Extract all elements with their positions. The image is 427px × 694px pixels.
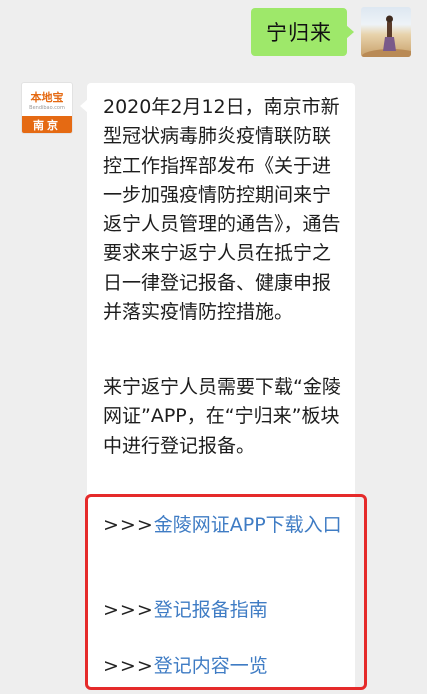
- link-registration-content[interactable]: >>>登记内容一览: [103, 652, 353, 681]
- sender-avatar[interactable]: 本地宝 Bendibao.com 南京: [22, 83, 72, 133]
- message-paragraph-instructions: 来宁返宁人员需要下载“金陵网证”APP，在“宁归来”板块中进行登记报备。: [103, 376, 341, 457]
- link-arrow-prefix: >>>: [103, 599, 154, 621]
- link-label[interactable]: 登记报备指南: [154, 599, 268, 621]
- brand-logo: 本地宝: [30, 91, 64, 104]
- outgoing-message-text: 宁归来: [266, 21, 332, 45]
- user-avatar-photo: [361, 15, 411, 57]
- link-arrow-prefix: >>>: [103, 514, 154, 536]
- message-paragraph-notice: 2020年2月12日，南京市新型冠状病毒肺炎疫情联防联控工作指挥部发布《关于进一…: [103, 96, 341, 324]
- brand-url: Bendibao.com: [29, 105, 65, 111]
- incoming-message-bubble: 2020年2月12日，南京市新型冠状病毒肺炎疫情联防联控工作指挥部发布《关于进一…: [80, 83, 367, 690]
- link-label[interactable]: 金陵网证APP下载入口: [154, 514, 342, 536]
- brand-city-label: 南京: [22, 116, 72, 133]
- link-app-download[interactable]: >>>金陵网证APP下载入口: [103, 511, 353, 540]
- user-avatar[interactable]: [361, 7, 411, 57]
- outgoing-message-bubble[interactable]: 宁归来: [251, 8, 354, 56]
- link-registration-guide[interactable]: >>>登记报备指南: [103, 596, 353, 625]
- link-label[interactable]: 登记内容一览: [154, 655, 268, 677]
- link-arrow-prefix: >>>: [103, 655, 154, 677]
